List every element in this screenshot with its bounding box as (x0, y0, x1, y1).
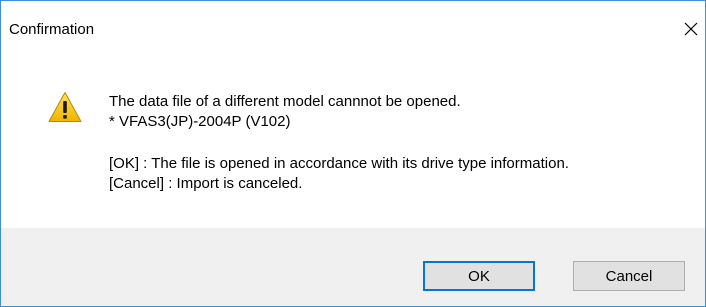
message-line-model: * VFAS3(JP)-2004P (V102) (109, 113, 291, 130)
cancel-button[interactable]: Cancel (573, 261, 685, 291)
message-line-cancel-help: [Cancel] : Import is canceled. (109, 175, 303, 192)
dialog-content: The data file of a different model cannn… (1, 59, 705, 228)
warning-icon (48, 92, 82, 122)
title-bar[interactable]: Confirmation (1, 1, 705, 59)
close-button[interactable] (677, 11, 705, 47)
close-icon (684, 22, 698, 36)
ok-button[interactable]: OK (423, 261, 535, 291)
dialog-title: Confirmation (9, 21, 95, 38)
button-bar: OK Cancel (1, 228, 705, 306)
message-line-error: The data file of a different model cannn… (109, 93, 461, 110)
message-line-ok-help: [OK] : The file is opened in accordance … (109, 155, 569, 172)
message-spacer (109, 132, 569, 154)
confirmation-dialog: Confirmation The data file of a differen… (0, 0, 706, 307)
message-text: The data file of a different model cannn… (109, 92, 569, 194)
